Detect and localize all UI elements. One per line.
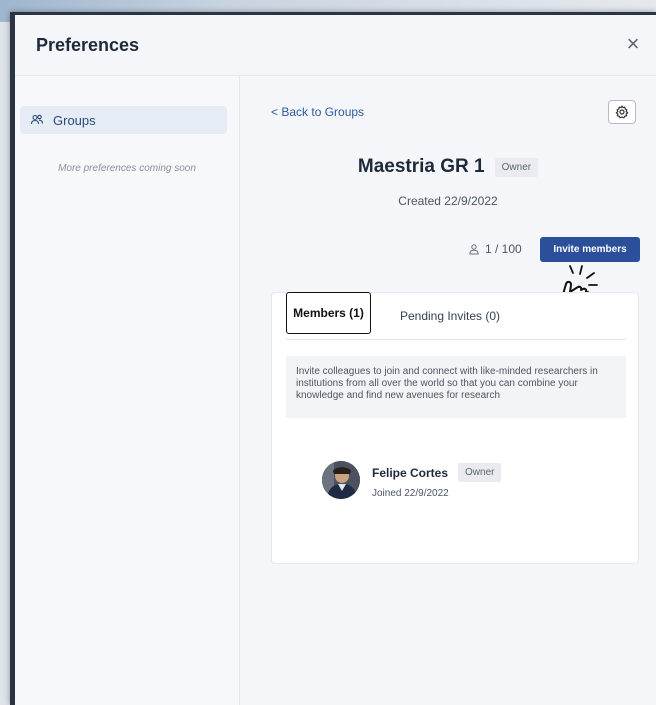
- close-button[interactable]: ×: [622, 33, 644, 55]
- group-settings-button[interactable]: [608, 100, 636, 124]
- sidebar-item-groups[interactable]: Groups: [20, 106, 227, 134]
- sidebar: Groups More preferences coming soon: [15, 76, 240, 705]
- sidebar-item-label: Groups: [53, 112, 96, 128]
- member-joined-date: Joined 22/9/2022: [372, 488, 449, 499]
- tab-pending-invites[interactable]: Pending Invites (0): [390, 293, 510, 338]
- member-role-badge: Owner: [458, 463, 502, 482]
- member-name: Felipe Cortes: [372, 465, 449, 480]
- group-name: Maestria GR 1: [357, 156, 485, 177]
- modal-header: Preferences ×: [15, 15, 656, 76]
- tab-members[interactable]: Members (1): [286, 292, 371, 334]
- modal-title: Preferences: [36, 35, 140, 55]
- member-tabs: Members (1) Pending Invites (0): [286, 292, 626, 340]
- gear-icon: [615, 105, 629, 119]
- owner-badge: Owner: [494, 157, 539, 177]
- list-item: Felipe Cortes Owner Joined 22/9/2022: [322, 461, 502, 499]
- invite-info-text: Invite colleagues to join and connect wi…: [286, 356, 626, 418]
- groups-icon: [30, 113, 44, 127]
- user-icon: [468, 243, 480, 255]
- member-count: 1 / 100: [468, 242, 522, 256]
- avatar: [322, 461, 360, 499]
- close-icon: ×: [626, 31, 640, 56]
- member-count-value: 1 / 100: [485, 242, 522, 256]
- group-detail-panel: < Back to Groups Maestria GR 1 Owner Cre…: [240, 76, 656, 705]
- group-created-date: Created 22/9/2022: [398, 194, 498, 208]
- more-preferences-note: More preferences coming soon: [58, 163, 196, 174]
- members-card: Members (1) Pending Invites (0) Invite c…: [271, 292, 639, 564]
- group-header: Maestria GR 1 Owner: [240, 156, 656, 178]
- back-to-groups-link[interactable]: < Back to Groups: [271, 105, 364, 119]
- preferences-modal: Preferences × Groups More preferences co…: [10, 12, 656, 705]
